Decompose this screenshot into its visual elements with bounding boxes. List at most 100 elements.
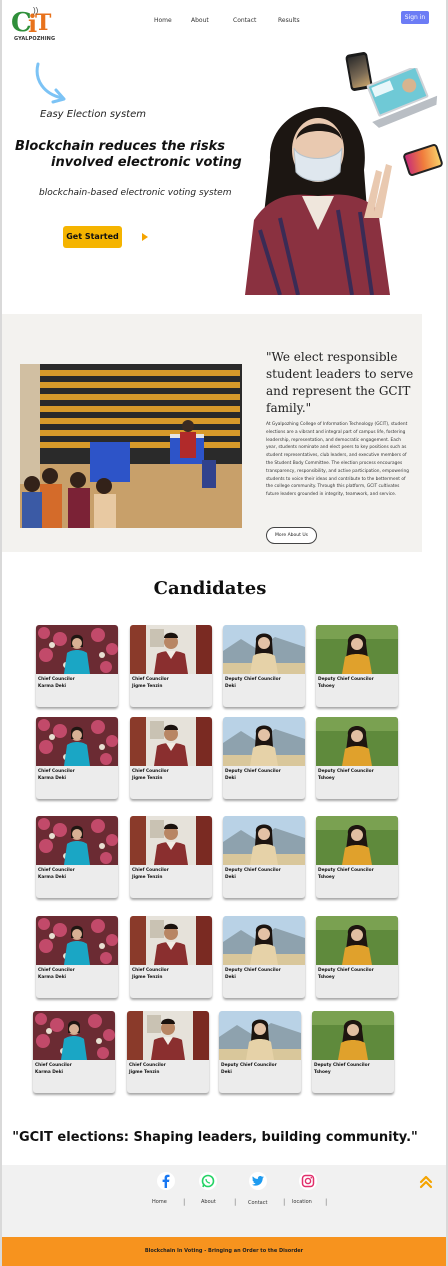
candidate-card[interactable]: Chief Councilor Karma Deki xyxy=(36,816,118,898)
candidate-photo xyxy=(130,717,212,766)
candidate-card[interactable]: Chief Councilor Jigme Tenzin xyxy=(130,717,212,799)
candidate-role: Chief Councilor xyxy=(132,968,169,973)
instagram-icon[interactable] xyxy=(299,1172,317,1190)
candidate-role: Chief Councilor xyxy=(129,1063,166,1068)
more-about-us-button[interactable]: More About Us xyxy=(266,527,317,544)
candidate-role: Deputy Chief Councilor xyxy=(225,769,281,774)
candidate-card[interactable]: Deputy Chief Councilor Tshoey xyxy=(312,1011,394,1093)
nav-about[interactable]: About xyxy=(191,17,209,27)
nav-results[interactable]: Results xyxy=(278,17,300,27)
candidate-card[interactable]: Deputy Chief Councilor Tshoey xyxy=(316,816,398,898)
hero-student-photo xyxy=(245,106,392,295)
candidate-role: Deputy Chief Councilor xyxy=(318,868,374,873)
candidate-photo xyxy=(223,625,305,674)
candidate-name: Jigme Tenzin xyxy=(132,875,163,880)
candidate-role: Deputy Chief Councilor xyxy=(318,677,374,682)
candidate-photo xyxy=(33,1011,115,1060)
footer-link-contact[interactable]: Contact xyxy=(248,1200,267,1206)
footer-separator: | xyxy=(234,1198,237,1206)
sign-in-button[interactable]: Sign in xyxy=(401,11,429,24)
candidate-photo xyxy=(130,625,212,674)
candidate-card[interactable]: Deputy Chief Councilor Deki xyxy=(223,717,305,799)
twitter-icon[interactable] xyxy=(249,1172,267,1190)
hero-tagline: Easy Election system xyxy=(40,109,146,120)
candidate-photo xyxy=(36,916,118,965)
candidate-name: Tshoey xyxy=(318,776,335,781)
candidate-role: Chief Councilor xyxy=(38,968,75,973)
hero-subtitle: blockchain-based electronic voting syste… xyxy=(39,188,232,198)
candidate-card[interactable]: Chief Councilor Jigme Tenzin xyxy=(127,1011,209,1093)
candidate-photo xyxy=(127,1011,209,1060)
candidate-card[interactable]: Deputy Chief Councilor Tshoey xyxy=(316,625,398,707)
candidate-card[interactable]: Deputy Chief Councilor Deki xyxy=(219,1011,301,1093)
scroll-to-top-icon[interactable] xyxy=(419,1175,433,1189)
candidate-photo xyxy=(316,625,398,674)
candidate-name: Deki xyxy=(225,975,236,980)
candidate-card[interactable]: Chief Councilor Karma Deki xyxy=(33,1011,115,1093)
about-body: At Gyalpozhing College of Information Te… xyxy=(266,422,409,498)
candidate-name: Karma Deki xyxy=(38,684,67,689)
footer xyxy=(2,1165,446,1237)
candidate-name: Deki xyxy=(225,875,236,880)
footer-bottom-bar: Blockchain In Voting - Bringing an Order… xyxy=(2,1237,446,1266)
candidate-card[interactable]: Deputy Chief Councilor Deki xyxy=(223,916,305,998)
candidate-role: Deputy Chief Councilor xyxy=(225,968,281,973)
candidate-name: Karma Deki xyxy=(38,776,67,781)
candidate-name: Deki xyxy=(225,684,236,689)
candidate-role: Chief Councilor xyxy=(38,677,75,682)
candidate-name: Jigme Tenzin xyxy=(129,1070,160,1075)
candidate-photo xyxy=(219,1011,301,1060)
election-photo xyxy=(20,364,242,528)
facebook-icon[interactable] xyxy=(157,1172,175,1190)
get-started-button[interactable]: Get Started xyxy=(63,226,122,248)
candidate-role: Deputy Chief Councilor xyxy=(225,677,281,682)
candidate-name: Deki xyxy=(225,776,236,781)
candidate-photo xyxy=(36,625,118,674)
candidate-role: Deputy Chief Councilor xyxy=(318,769,374,774)
candidate-card[interactable]: Chief Councilor Jigme Tenzin xyxy=(130,625,212,707)
candidates-title: Candidates xyxy=(153,578,267,599)
candidate-role: Chief Councilor xyxy=(132,868,169,873)
candidate-photo xyxy=(223,916,305,965)
whatsapp-icon[interactable] xyxy=(199,1172,217,1190)
candidate-card[interactable]: Chief Councilor Jigme Tenzin xyxy=(130,816,212,898)
footer-link-home[interactable]: Home xyxy=(152,1199,167,1205)
candidate-photo xyxy=(223,816,305,865)
candidate-card[interactable]: Deputy Chief Councilor Deki xyxy=(223,816,305,898)
nav-contact[interactable]: Contact xyxy=(233,17,256,27)
curved-arrow-icon xyxy=(35,62,66,104)
candidate-photo xyxy=(316,916,398,965)
candidate-name: Jigme Tenzin xyxy=(132,776,163,781)
candidate-card[interactable]: Deputy Chief Councilor Tshoey xyxy=(316,717,398,799)
candidate-card[interactable]: Chief Councilor Karma Deki xyxy=(36,916,118,998)
candidate-name: Tshoey xyxy=(314,1070,331,1075)
candidate-role: Deputy Chief Councilor xyxy=(314,1063,370,1068)
footer-link-location[interactable]: location xyxy=(292,1199,312,1205)
footer-link-about[interactable]: About xyxy=(201,1199,216,1205)
candidate-role: Deputy Chief Councilor xyxy=(225,868,281,873)
candidate-role: Chief Councilor xyxy=(38,769,75,774)
candidate-card[interactable]: Deputy Chief Councilor Tshoey xyxy=(316,916,398,998)
candidate-photo xyxy=(223,717,305,766)
candidate-role: Deputy Chief Councilor xyxy=(221,1063,277,1068)
footer-separator: | xyxy=(283,1198,286,1206)
candidate-name: Tshoey xyxy=(318,975,335,980)
candidate-role: Chief Councilor xyxy=(35,1063,72,1068)
candidate-photo xyxy=(316,816,398,865)
candidate-name: Tshoey xyxy=(318,875,335,880)
candidate-name: Jigme Tenzin xyxy=(132,975,163,980)
candidate-card[interactable]: Chief Councilor Jigme Tenzin xyxy=(130,916,212,998)
slogan: "GCIT elections: Shaping leaders, buildi… xyxy=(12,1130,418,1145)
play-icon[interactable] xyxy=(142,233,148,241)
candidate-photo xyxy=(36,816,118,865)
candidate-card[interactable]: Chief Councilor Karma Deki xyxy=(36,717,118,799)
logo-text: GYALPOZHING xyxy=(14,36,56,42)
candidate-photo xyxy=(36,717,118,766)
candidate-photo xyxy=(316,717,398,766)
about-quote: "We elect responsible student leaders to… xyxy=(266,350,414,415)
gcit-logo[interactable]: CiT )) GYALPOZHING xyxy=(11,6,55,44)
candidate-card[interactable]: Deputy Chief Councilor Deki xyxy=(223,625,305,707)
candidate-card[interactable]: Chief Councilor Karma Deki xyxy=(36,625,118,707)
nav-home[interactable]: Home xyxy=(154,17,172,27)
candidate-name: Karma Deki xyxy=(38,875,67,880)
